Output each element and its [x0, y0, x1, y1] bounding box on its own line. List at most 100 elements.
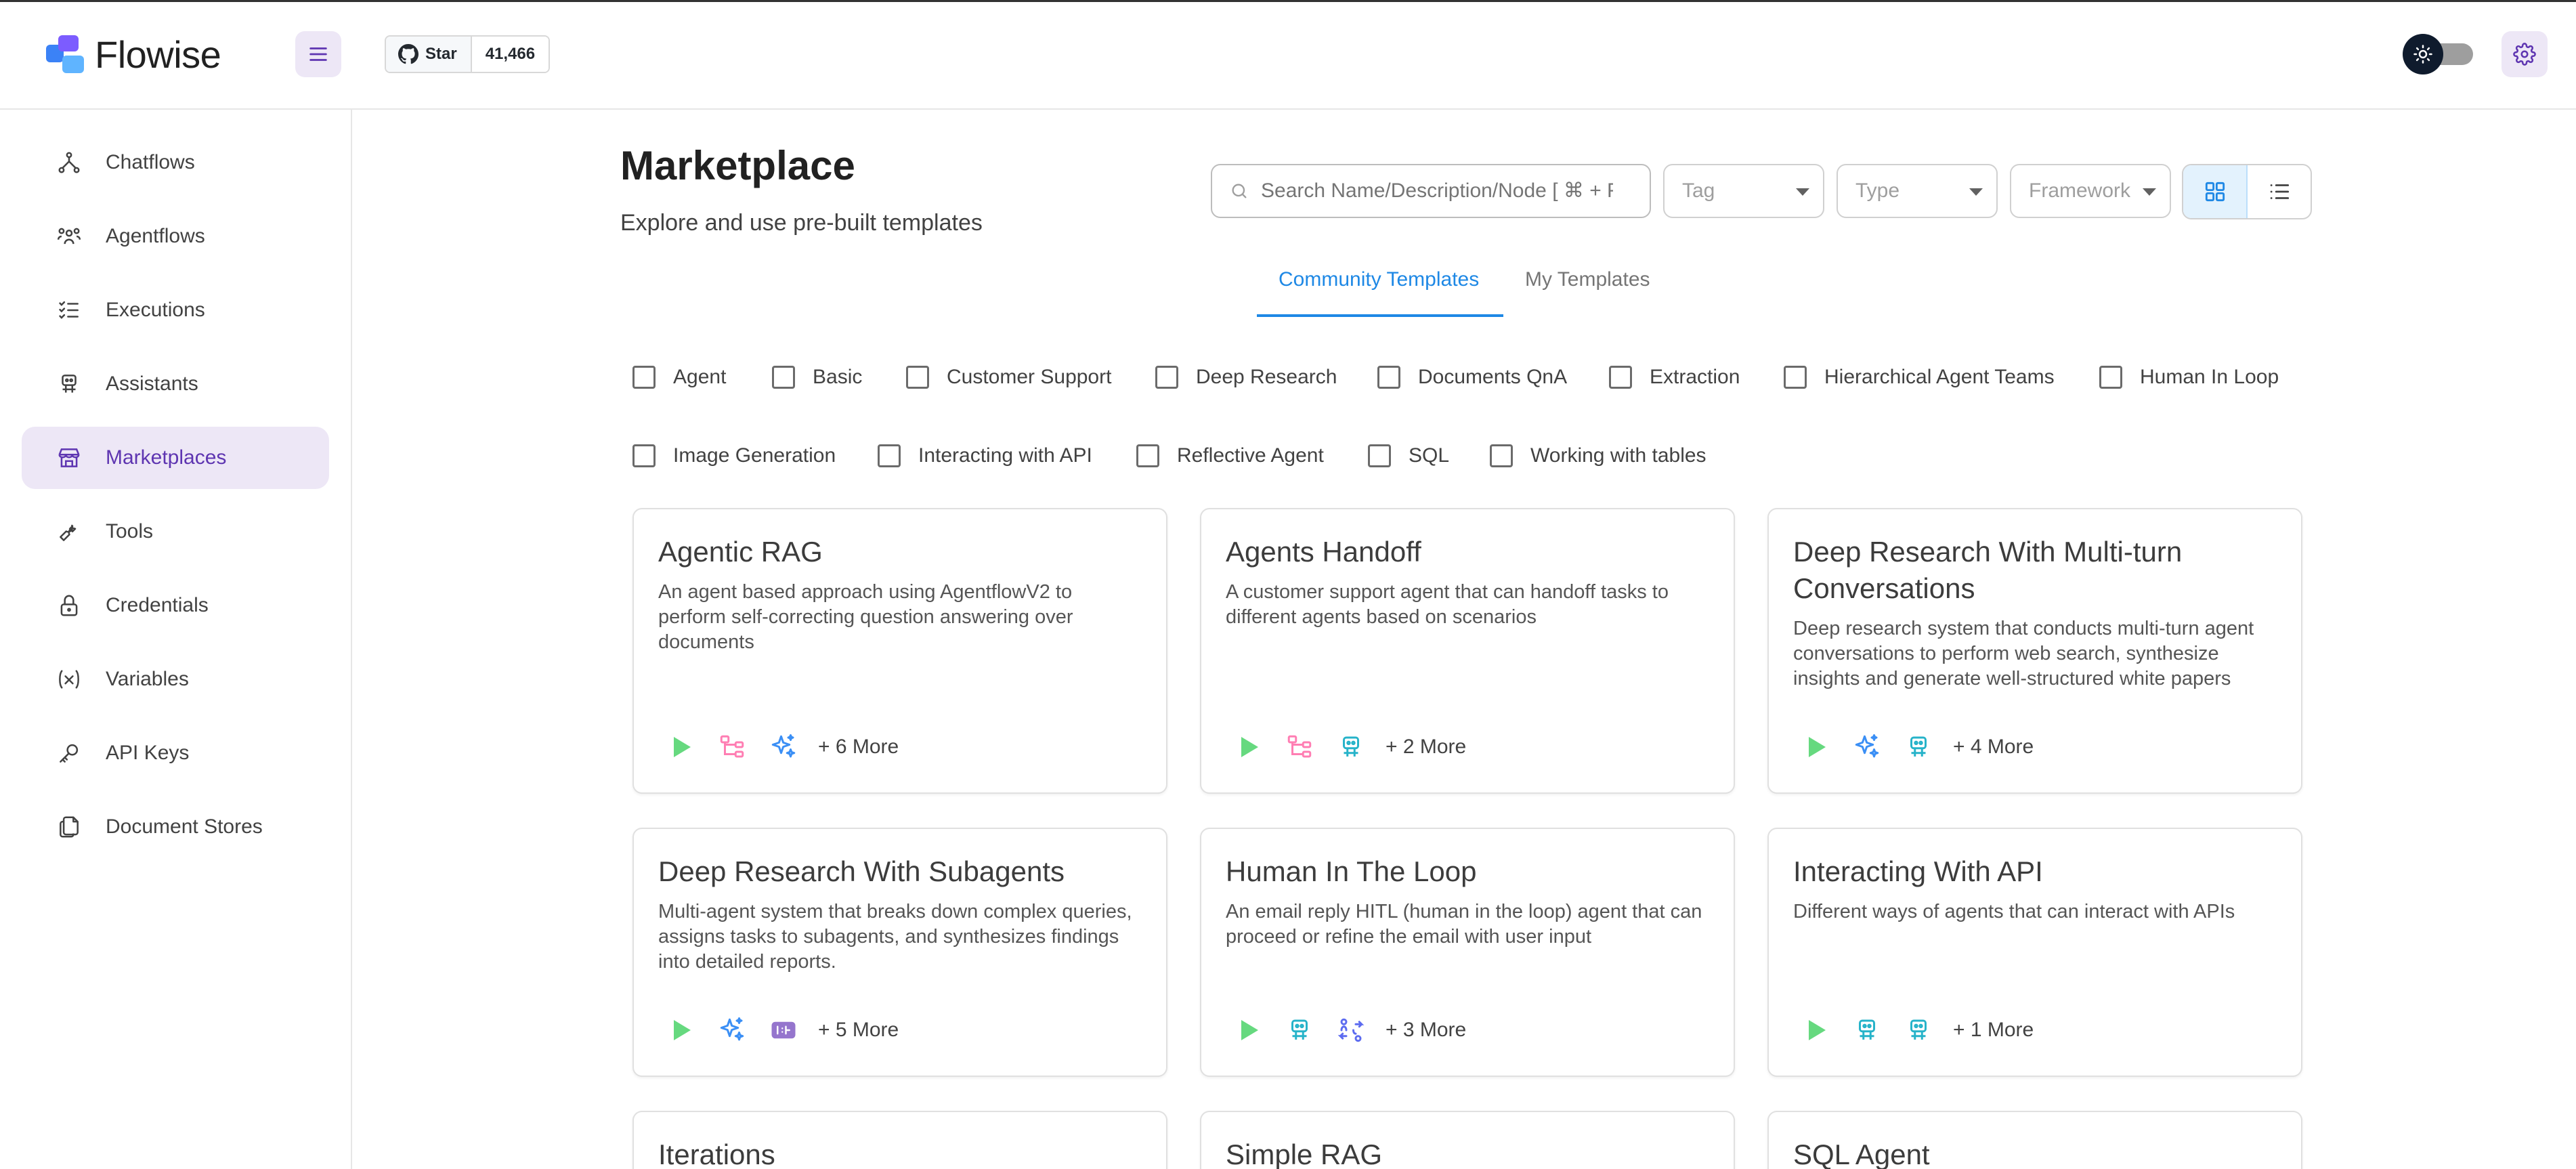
sidebar: Chatflows Agentflows Executions Assistan… [0, 110, 352, 1169]
list-view-button[interactable] [2248, 165, 2311, 218]
checkbox[interactable] [1490, 444, 1513, 467]
card-more-count: + 3 More [1386, 1019, 1467, 1041]
template-card-iterations[interactable]: Iterations [632, 1111, 1167, 1169]
checkbox[interactable] [2099, 366, 2122, 389]
condition-icon [1283, 730, 1316, 764]
card-title: Agentic RAG [658, 536, 823, 568]
checkbox[interactable] [632, 444, 656, 467]
dark-mode-toggle[interactable] [2403, 34, 2476, 75]
tag-checkbox-basic[interactable]: Basic [772, 366, 862, 389]
sidebar-item-label: Marketplaces [106, 446, 227, 469]
github-star-count[interactable]: 41,466 [471, 37, 549, 72]
sidebar-item-variables[interactable]: Variables [22, 648, 329, 710]
hamburger-icon [309, 47, 327, 61]
play-icon [1799, 730, 1832, 764]
settings-button[interactable] [2502, 31, 2548, 77]
tag-checkbox-working-with-tables[interactable]: Working with tables [1490, 444, 1706, 467]
sidebar-item-label: Chatflows [106, 151, 195, 173]
sidebar-item-chatflows[interactable]: Chatflows [22, 131, 329, 194]
sparkle-icon [1850, 730, 1884, 764]
sidebar-item-agentflows[interactable]: Agentflows [22, 205, 329, 268]
tag-checkbox-hierarchical-agent-teams[interactable]: Hierarchical Agent Teams [1784, 366, 2055, 389]
iteration-icon [767, 1013, 800, 1047]
type-filter-select[interactable]: Type [1837, 164, 1998, 218]
search-box[interactable] [1211, 164, 1651, 218]
tag-label: Interacting with API [918, 444, 1092, 467]
sidebar-item-marketplaces[interactable]: Marketplaces [22, 427, 329, 489]
checkbox[interactable] [632, 366, 656, 389]
play-icon [664, 1013, 697, 1047]
checkbox[interactable] [1136, 444, 1159, 467]
tag-label: Hierarchical Agent Teams [1824, 366, 2055, 388]
robot-icon [1902, 1013, 1935, 1047]
card-node-icons: + 5 More [664, 1013, 899, 1047]
template-card-deep-research-multi-turn[interactable]: Deep Research With Multi-turn Conversati… [1767, 508, 2302, 794]
tag-filter-select[interactable]: Tag [1663, 164, 1824, 218]
tag-checkbox-image-generation[interactable]: Image Generation [632, 444, 836, 467]
card-description: An email reply HITL (human in the loop) … [1226, 901, 1702, 948]
play-icon [664, 730, 697, 764]
menu-toggle-button[interactable] [295, 31, 341, 77]
list-check-icon [56, 297, 83, 324]
tag-checkbox-customer-support[interactable]: Customer Support [906, 366, 1111, 389]
sidebar-item-label: Agentflows [106, 225, 205, 247]
tag-checkbox-human-in-loop[interactable]: Human In Loop [2099, 366, 2279, 389]
template-card-human-in-the-loop[interactable]: Human In The Loop An email reply HITL (h… [1200, 828, 1735, 1077]
github-star-widget[interactable]: Star 41,466 [385, 35, 551, 73]
tag-label: Human In Loop [2140, 366, 2279, 388]
card-title: Interacting With API [1793, 855, 2043, 887]
sidebar-item-document-stores[interactable]: Document Stores [22, 796, 329, 858]
tag-label: Deep Research [1196, 366, 1337, 388]
framework-filter-select[interactable]: Framework [2010, 164, 2171, 218]
search-input[interactable] [1261, 179, 1613, 203]
robot-icon [1850, 1013, 1884, 1047]
sidebar-item-tools[interactable]: Tools [22, 501, 329, 563]
github-star-button[interactable]: Star [386, 37, 472, 72]
card-title: Iterations [658, 1139, 775, 1169]
card-node-icons: + 6 More [664, 730, 899, 764]
tag-checkbox-documents-qna[interactable]: Documents QnA [1377, 366, 1567, 389]
checkbox[interactable] [1609, 366, 1632, 389]
tag-checkbox-agent[interactable]: Agent [632, 366, 726, 389]
template-card-interacting-with-api[interactable]: Interacting With API Different ways of a… [1767, 828, 2302, 1077]
checkbox[interactable] [1155, 366, 1178, 389]
sidebar-item-executions[interactable]: Executions [22, 279, 329, 341]
play-icon [1799, 1013, 1832, 1047]
checkbox[interactable] [1368, 444, 1391, 467]
checkbox[interactable] [1784, 366, 1807, 389]
app-logo[interactable]: Flowise [46, 33, 221, 77]
template-card-agents-handoff[interactable]: Agents Handoff A customer support agent … [1200, 508, 1735, 794]
checkbox[interactable] [1377, 366, 1400, 389]
tag-checkbox-sql[interactable]: SQL [1368, 444, 1449, 467]
tag-checkbox-interacting-with-api[interactable]: Interacting with API [878, 444, 1092, 467]
card-title: Agents Handoff [1226, 536, 1421, 568]
checkbox[interactable] [772, 366, 795, 389]
tag-checkbox-reflective-agent[interactable]: Reflective Agent [1136, 444, 1324, 467]
tag-checkbox-deep-research[interactable]: Deep Research [1155, 366, 1337, 389]
card-title: SQL Agent [1793, 1139, 1930, 1169]
key-icon [56, 740, 83, 767]
template-card-sql-agent[interactable]: SQL Agent [1767, 1111, 2302, 1169]
hierarchy-icon [56, 149, 83, 176]
tab-community-templates[interactable]: Community Templates [1279, 268, 1479, 291]
tag-checkbox-extraction[interactable]: Extraction [1609, 366, 1740, 389]
sidebar-item-assistants[interactable]: Assistants [22, 353, 329, 415]
sidebar-item-api-keys[interactable]: API Keys [22, 722, 329, 784]
chevron-down-icon [2143, 188, 2156, 196]
tag-filter-label: Tag [1682, 179, 1715, 202]
template-card-simple-rag[interactable]: Simple RAG [1200, 1111, 1735, 1169]
play-icon [1231, 730, 1265, 764]
grid-view-button[interactable] [2183, 165, 2248, 218]
tag-label: SQL [1409, 444, 1450, 467]
checkbox[interactable] [878, 444, 901, 467]
list-icon [2270, 184, 2289, 199]
template-card-agentic-rag[interactable]: Agentic RAG An agent based approach usin… [632, 508, 1167, 794]
card-node-icons: + 4 More [1799, 730, 2034, 764]
tab-my-templates[interactable]: My Templates [1525, 268, 1650, 291]
template-card-deep-research-subagents[interactable]: Deep Research With Subagents Multi-agent… [632, 828, 1167, 1077]
checkbox[interactable] [906, 366, 929, 389]
sidebar-item-credentials[interactable]: Credentials [22, 574, 329, 637]
tag-label: Customer Support [947, 366, 1112, 388]
card-more-count: + 6 More [818, 736, 899, 758]
card-more-count: + 5 More [818, 1019, 899, 1041]
